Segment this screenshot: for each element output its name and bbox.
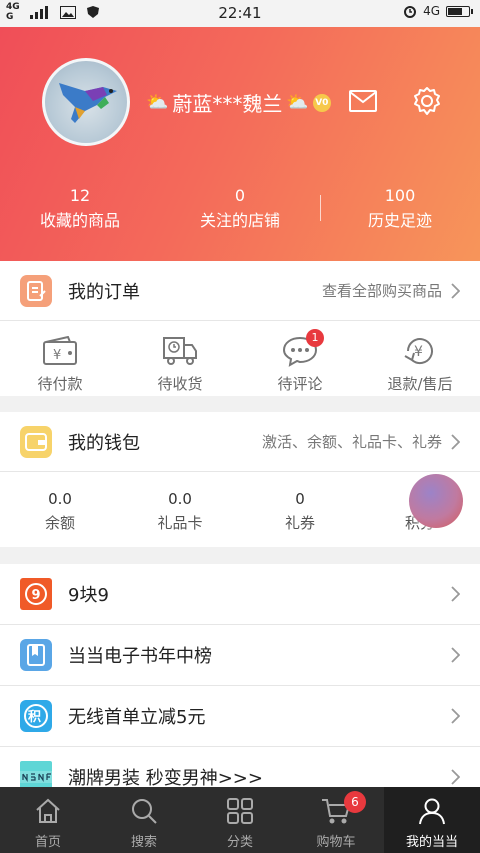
refund-yen-icon: ¥ — [404, 338, 433, 365]
profile-header: ⛅ 蔚蓝***魏兰 ⛅ V0 12 收藏的商品 0 关注的店铺 100 历史足迹 — [0, 27, 480, 261]
notification-badge: 1 — [306, 329, 324, 347]
stat-value: 0 — [234, 186, 246, 205]
status-bar: 4G G 22:41 4G — [0, 0, 480, 27]
home-icon — [36, 798, 60, 823]
wallet-yen-icon: ¥ — [43, 336, 77, 365]
avatar[interactable] — [42, 58, 130, 146]
wallet-value: 0.0 — [48, 490, 72, 508]
promo-row-first-order[interactable]: 积 无线首单立减5元 — [0, 686, 480, 747]
vip-badge: V0 — [312, 93, 331, 112]
wallet-link[interactable]: 激活、余额、礼品卡、礼券 — [262, 431, 442, 452]
orders-card: 我的订单 查看全部购买商品 ¥ 待付款 待收货 1 待评论 ¥ 退款/售后 — [0, 261, 480, 396]
promo-row-menswear[interactable]: 潮牌男装 秒变男神>>> — [0, 747, 480, 787]
battery-icon — [446, 5, 473, 17]
ebook-icon — [20, 639, 52, 671]
promo-title: 当当电子书年中榜 — [68, 646, 212, 667]
orders-title: 我的订单 — [68, 281, 140, 303]
chevron-right-icon — [451, 647, 460, 663]
wallet-label: 礼券 — [284, 514, 315, 532]
tab-search[interactable]: 搜索 — [96, 787, 192, 853]
alarm-icon — [404, 6, 417, 18]
order-pending-review[interactable]: 1 待评论 — [240, 321, 360, 394]
chevron-right-icon — [451, 769, 460, 785]
bottom-tab-bar: 首页 搜索 分类 6 购物车 我的当当 — [0, 787, 480, 853]
bird-avatar-image — [59, 83, 117, 123]
tab-cart[interactable]: 6 购物车 — [288, 787, 384, 853]
nine-icon: 9 — [20, 578, 52, 610]
nsnf-brand-icon — [20, 761, 52, 787]
wallet-value: 0.0 — [168, 490, 192, 508]
svg-text:¥: ¥ — [53, 348, 61, 363]
stat-label: 收藏的商品 — [39, 211, 120, 230]
tab-label: 购物车 — [316, 835, 356, 850]
wallet-label: 礼品卡 — [157, 514, 203, 532]
username-row: ⛅ 蔚蓝***魏兰 ⛅ V0 — [146, 88, 331, 117]
wallet-title: 我的钱包 — [68, 432, 140, 454]
weather-cloud-icon: ⛅ — [146, 92, 169, 113]
promo-title: 无线首单立减5元 — [68, 707, 206, 728]
tab-label: 搜索 — [130, 835, 157, 850]
floating-assistant-ball[interactable] — [409, 474, 463, 528]
stat-followed-shops[interactable]: 0 关注的店铺 — [165, 186, 315, 231]
order-pending-receipt[interactable]: 待收货 — [120, 321, 240, 394]
svg-text:9: 9 — [32, 588, 41, 603]
order-label: 待收货 — [157, 375, 203, 393]
svg-text:积: 积 — [28, 709, 41, 725]
wallet-gift-card[interactable]: 0.0 礼品卡 — [120, 472, 240, 533]
promo-row-9yuan[interactable]: 9 9块9 — [0, 564, 480, 625]
chevron-right-icon — [451, 586, 460, 602]
orders-header[interactable]: 我的订单 查看全部购买商品 — [0, 261, 480, 321]
weather-cloud-icon: ⛅ — [286, 92, 309, 113]
tab-my-dangdang[interactable]: 我的当当 — [384, 787, 480, 853]
svg-text:¥: ¥ — [414, 344, 423, 360]
order-clipboard-icon — [20, 274, 52, 307]
wallet-card: 我的钱包 激活、余额、礼品卡、礼券 0.0 余额 0.0 礼品卡 0 礼券 积分 — [0, 412, 480, 547]
tab-category[interactable]: 分类 — [192, 787, 288, 853]
order-label: 待付款 — [37, 375, 83, 393]
chevron-right-icon — [451, 708, 460, 724]
stat-label: 关注的店铺 — [199, 211, 280, 230]
wallet-coupon[interactable]: 0 礼券 — [240, 472, 360, 533]
points-icon: 积 — [20, 700, 52, 732]
stat-value: 100 — [384, 186, 416, 205]
promo-row-ebook[interactable]: 当当电子书年中榜 — [0, 625, 480, 686]
gear-icon[interactable] — [411, 85, 443, 117]
divider — [320, 195, 321, 221]
wallet-label: 余额 — [44, 514, 75, 532]
wallet-value: 0 — [295, 490, 305, 508]
stat-label: 历史足迹 — [367, 211, 432, 230]
stat-value: 12 — [69, 186, 91, 205]
promo-title: 9块9 — [68, 585, 109, 606]
cart-badge: 6 — [344, 791, 366, 813]
promo-title: 潮牌男装 秒变男神>>> — [68, 768, 263, 787]
tab-home[interactable]: 首页 — [0, 787, 96, 853]
network-type: 4G — [423, 4, 440, 18]
username: 蔚蓝***魏兰 — [172, 92, 283, 116]
order-label: 退款/售后 — [387, 375, 453, 393]
wallet-icon — [20, 425, 52, 458]
search-icon — [132, 799, 157, 824]
order-refund[interactable]: ¥ 退款/售后 — [360, 321, 480, 394]
order-label: 待评论 — [277, 375, 323, 393]
user-icon — [419, 798, 445, 825]
stat-favorites[interactable]: 12 收藏的商品 — [5, 186, 155, 231]
wallet-header[interactable]: 我的钱包 激活、余额、礼品卡、礼券 — [0, 412, 480, 472]
delivery-truck-icon — [163, 337, 197, 365]
stat-history[interactable]: 100 历史足迹 — [325, 186, 475, 231]
chevron-right-icon — [451, 282, 460, 299]
promo-list: 9 9块9 当当电子书年中榜 积 无线首单立减5元 潮牌男装 秒变男神>>> — [0, 564, 480, 787]
order-pending-payment[interactable]: ¥ 待付款 — [0, 321, 120, 394]
category-grid-icon — [227, 798, 253, 824]
mail-icon[interactable] — [349, 90, 377, 112]
tab-label: 我的当当 — [405, 835, 458, 850]
view-all-orders-link[interactable]: 查看全部购买商品 — [322, 280, 442, 301]
chevron-right-icon — [451, 433, 460, 450]
tab-label: 首页 — [34, 835, 61, 850]
tab-label: 分类 — [226, 835, 253, 850]
wallet-balance[interactable]: 0.0 余额 — [0, 472, 120, 533]
